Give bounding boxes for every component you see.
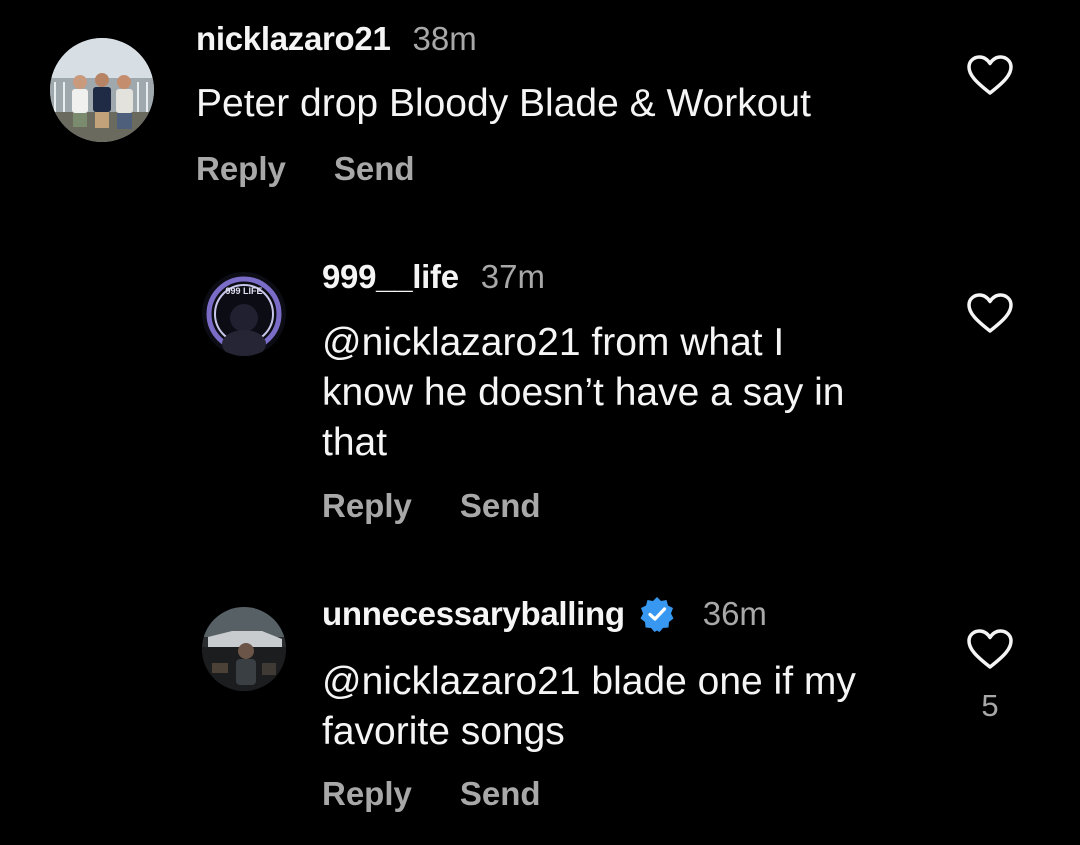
user-avatar[interactable]: 999 LIFE xyxy=(202,272,286,356)
send-button[interactable]: Send xyxy=(460,775,541,813)
group-photo-icon xyxy=(50,38,154,142)
comment-text-line: that xyxy=(322,421,388,464)
comment-actions: Reply Send xyxy=(322,775,541,813)
heart-icon xyxy=(967,55,1013,95)
heart-icon xyxy=(967,629,1013,669)
username[interactable]: 999__life xyxy=(322,258,459,296)
timestamp: 37m xyxy=(480,258,545,295)
comment-actions: Reply Send xyxy=(196,150,415,188)
comment-text-line: @nicklazaro21 from what I xyxy=(322,321,785,364)
send-button[interactable]: Send xyxy=(460,487,541,525)
999-life-logo-icon: 999 LIFE xyxy=(202,272,286,356)
send-button[interactable]: Send xyxy=(334,150,415,188)
timestamp: 36m xyxy=(702,595,767,632)
comments-thread: nicklazaro21 38m Peter drop Bloody Blade… xyxy=(0,0,1080,845)
username[interactable]: nicklazaro21 xyxy=(196,20,391,58)
comment-text: @nicklazaro21 from what I know he doesn’… xyxy=(322,318,845,468)
user-avatar[interactable] xyxy=(202,607,286,691)
avatar-logo-text: 999 LIFE xyxy=(225,286,262,296)
timestamp: 38m xyxy=(412,20,477,57)
user-avatar[interactable] xyxy=(50,38,154,142)
comment-text-line: know he doesn’t have a say in xyxy=(322,371,845,414)
reply-button[interactable]: Reply xyxy=(196,150,286,188)
like-button[interactable] xyxy=(966,292,1014,334)
verified-badge-icon xyxy=(639,596,675,632)
heart-icon xyxy=(967,293,1013,333)
like-count: 5 xyxy=(981,688,999,723)
reply-button[interactable]: Reply xyxy=(322,775,412,813)
comment-actions: Reply Send xyxy=(322,487,541,525)
comment-text-line: @nicklazaro21 blade one if my xyxy=(322,660,856,703)
comment-text-line: favorite songs xyxy=(322,710,565,753)
comment-text: @nicklazaro21 blade one if my favorite s… xyxy=(322,657,856,757)
comment-text: Peter drop Bloody Blade & Workout xyxy=(196,82,811,125)
like-button[interactable] xyxy=(966,628,1014,670)
car-photo-icon xyxy=(202,607,286,691)
username[interactable]: unnecessaryballing xyxy=(322,595,625,633)
like-button[interactable] xyxy=(966,54,1014,96)
reply-button[interactable]: Reply xyxy=(322,487,412,525)
